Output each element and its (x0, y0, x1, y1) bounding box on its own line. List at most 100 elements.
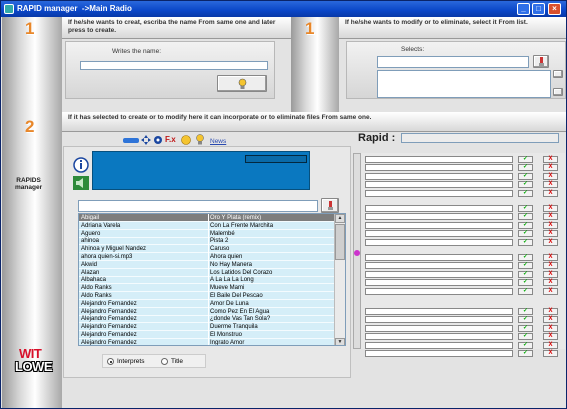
song-list-row[interactable]: Aguero Malembé (79, 229, 335, 238)
delete-file-button[interactable]: X (543, 213, 558, 221)
song-list-row[interactable]: Alejandro Fernandez Como Pez En El Agua (79, 307, 335, 316)
confirm-file-button[interactable]: ✓ (518, 172, 533, 180)
rapid-files-scrollbar[interactable] (353, 153, 361, 349)
confirm-file-button[interactable]: ✓ (518, 287, 533, 295)
confirm-file-button[interactable]: ✓ (518, 254, 533, 261)
song-list-row[interactable]: ahinoa Pista 2 (79, 237, 335, 246)
song-list-row[interactable]: Albahaca A La La La Long (79, 276, 335, 285)
delete-file-button[interactable]: X (543, 279, 558, 287)
confirm-file-button[interactable]: ✓ (518, 308, 533, 315)
speaker-icon[interactable] (73, 176, 89, 190)
effects-icon[interactable]: F.x (165, 135, 176, 144)
delete-file-button[interactable]: X (543, 308, 558, 315)
scroll-up-arrow[interactable]: ▲ (335, 214, 345, 223)
lightbulb-icon[interactable] (195, 134, 205, 145)
rapid-file-field[interactable] (365, 238, 513, 246)
name-input[interactable] (80, 61, 268, 70)
rapid-select-input[interactable] (377, 56, 529, 68)
search-input[interactable] (78, 200, 318, 212)
song-list-row[interactable]: Aldo Ranks Mueve Mami (79, 284, 335, 293)
news-link[interactable]: News (210, 138, 226, 145)
minimize-button[interactable]: _ (517, 3, 530, 15)
list-scroll-down[interactable] (553, 88, 563, 96)
confirm-file-button[interactable]: ✓ (518, 156, 533, 163)
list-scroll-up[interactable] (553, 70, 563, 78)
delete-file-button[interactable]: X (543, 324, 558, 332)
song-list-row[interactable]: Aldo Ranks El Baile Del Pescao (79, 292, 335, 300)
confirm-file-button[interactable]: ✓ (518, 333, 533, 341)
song-list-row[interactable]: Alejandro Fernandez ¿donde Vas Tan Sola? (79, 315, 335, 324)
rapid-list[interactable] (377, 70, 551, 98)
confirm-file-button[interactable]: ✓ (518, 324, 533, 332)
delete-file-button[interactable]: X (543, 262, 558, 270)
song-list-row[interactable]: Alejandro Fernandez El Monstruo (79, 331, 335, 339)
edit-button[interactable] (533, 55, 549, 68)
confirm-file-button[interactable]: ✓ (518, 316, 533, 324)
rapid-file-field[interactable] (365, 205, 513, 212)
search-button[interactable] (321, 198, 339, 213)
confirm-file-button[interactable]: ✓ (518, 213, 533, 221)
rapid-file-field[interactable] (365, 164, 513, 172)
delete-file-button[interactable]: X (543, 181, 558, 189)
close-button[interactable]: × (548, 3, 561, 15)
song-list-row[interactable]: Alazan Los Latidos Del Corazo (79, 268, 335, 277)
delete-file-button[interactable]: X (543, 287, 558, 295)
delete-file-button[interactable]: X (543, 254, 558, 261)
rapid-file-field[interactable] (365, 254, 513, 261)
rapid-file-field[interactable] (365, 221, 513, 229)
confirm-file-button[interactable]: ✓ (518, 238, 533, 246)
rapid-file-field[interactable] (365, 270, 513, 278)
scroll-thumb[interactable] (335, 224, 345, 260)
confirm-file-button[interactable]: ✓ (518, 181, 533, 189)
scroll-down-arrow[interactable]: ▼ (335, 338, 345, 345)
confirm-file-button[interactable]: ✓ (518, 164, 533, 172)
create-button[interactable] (217, 75, 267, 92)
rapid-file-field[interactable] (365, 324, 513, 332)
delete-file-button[interactable]: X (543, 350, 558, 357)
delete-file-button[interactable]: X (543, 189, 558, 197)
song-list-row[interactable]: Abigail Oro Y Plata (remix) (79, 214, 335, 222)
confirm-file-button[interactable]: ✓ (518, 350, 533, 357)
delete-file-button[interactable]: X (543, 341, 558, 349)
confirm-file-button[interactable]: ✓ (518, 189, 533, 197)
rapid-file-field[interactable] (365, 333, 513, 341)
confirm-file-button[interactable]: ✓ (518, 230, 533, 238)
settings-icon[interactable] (153, 135, 163, 145)
maximize-button[interactable]: □ (532, 3, 545, 15)
confirm-file-button[interactable]: ✓ (518, 341, 533, 349)
confirm-file-button[interactable]: ✓ (518, 270, 533, 278)
delete-file-button[interactable]: X (543, 156, 558, 163)
delete-file-button[interactable]: X (543, 164, 558, 172)
song-list-row[interactable]: Alejandro Fernandez Duerme Tranquila (79, 323, 335, 332)
rapid-file-field[interactable] (365, 308, 513, 315)
song-list-row[interactable]: Adriana Varela Con La Frente Marchita (79, 221, 335, 230)
song-list[interactable]: Abigail Oro Y Plata (remix) Adriana Varela… (78, 213, 346, 346)
globe-icon[interactable] (181, 135, 191, 145)
title-bar[interactable]: RAPID manager ->Main Radio _ □ × (1, 1, 566, 17)
radio-title[interactable] (161, 358, 168, 365)
rapid-file-field[interactable] (365, 181, 513, 189)
song-list-scrollbar[interactable]: ▲ ▼ (334, 214, 345, 345)
song-list-row[interactable]: Alejandro Fernandez Ingrato Amor (79, 338, 335, 345)
rapid-file-field[interactable] (365, 156, 513, 163)
confirm-file-button[interactable]: ✓ (518, 262, 533, 270)
move-icon[interactable] (141, 135, 151, 145)
delete-file-button[interactable]: X (543, 205, 558, 212)
rapid-file-field[interactable] (365, 262, 513, 270)
radio-interprets[interactable] (107, 358, 114, 365)
song-list-row[interactable]: ahora quien-si.mp3 Ahora quien (79, 253, 335, 261)
rapid-file-field[interactable] (365, 279, 513, 287)
rapid-file-field[interactable] (365, 172, 513, 180)
rapid-file-field[interactable] (365, 341, 513, 349)
info-icon[interactable] (73, 157, 89, 173)
rapid-file-field[interactable] (365, 230, 513, 238)
rapid-file-field[interactable] (365, 189, 513, 197)
delete-file-button[interactable]: X (543, 172, 558, 180)
rapid-file-field[interactable] (365, 287, 513, 295)
song-list-row[interactable]: Ahinoa y Miguel Nandez Caruso (79, 245, 335, 254)
song-list-row[interactable]: Akwid No Hay Manera (79, 260, 335, 269)
delete-file-button[interactable]: X (543, 230, 558, 238)
rapid-file-field[interactable] (365, 213, 513, 221)
confirm-file-button[interactable]: ✓ (518, 205, 533, 212)
delete-file-button[interactable]: X (543, 316, 558, 324)
